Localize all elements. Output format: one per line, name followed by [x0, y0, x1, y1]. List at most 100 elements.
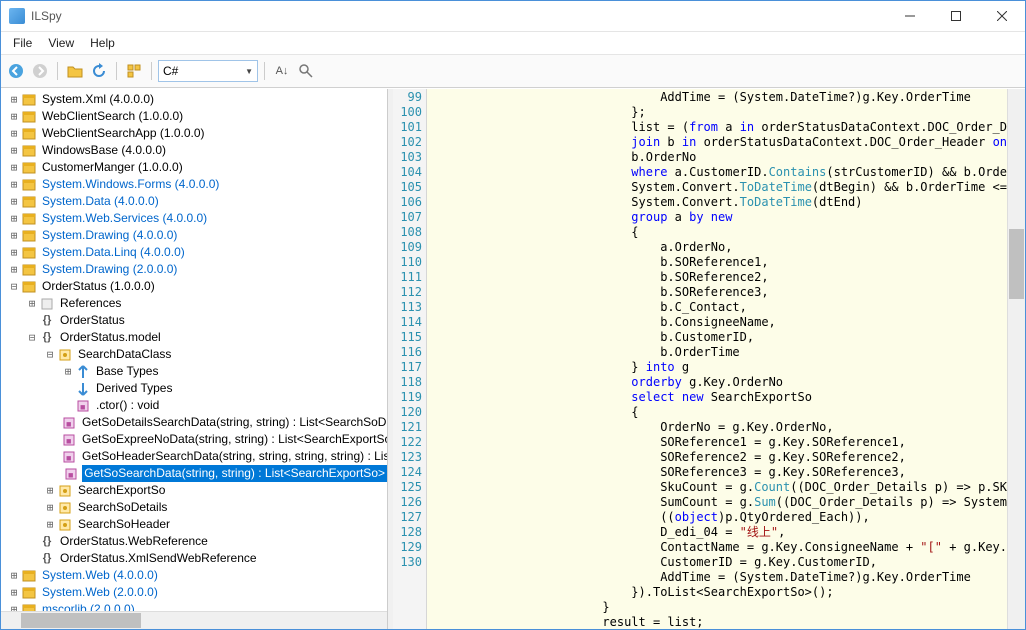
tree-node[interactable]: ⊞System.Web.Services (4.0.0.0)	[3, 210, 387, 227]
tree-node[interactable]: ■GetSoDetailsSearchData(string, string) …	[3, 414, 387, 431]
tree-node[interactable]: ⊞System.Data (4.0.0.0)	[3, 193, 387, 210]
code-line: b.ConsigneeName,	[429, 315, 1007, 330]
tree-expander[interactable]: ⊞	[43, 482, 57, 499]
tree-node[interactable]: {}OrderStatus.XmlSendWebReference	[3, 550, 387, 567]
tree-expander[interactable]: ⊞	[61, 363, 75, 380]
code-line: OrderNo = g.Key.OrderNo,	[429, 420, 1007, 435]
tree-node[interactable]: ⊞References	[3, 295, 387, 312]
ns-icon: {}	[39, 313, 55, 329]
tree-expander[interactable]: ⊞	[43, 499, 57, 516]
scroll-thumb[interactable]	[1009, 229, 1024, 299]
close-button[interactable]	[979, 1, 1025, 31]
tree-node[interactable]: ⊞System.Drawing (2.0.0.0)	[3, 261, 387, 278]
gutter-line: 111	[393, 270, 422, 285]
tree-expander[interactable]: ⊞	[7, 108, 21, 125]
maximize-button[interactable]	[933, 1, 979, 31]
tree-expander[interactable]: ⊟	[7, 278, 21, 295]
m-icon: ■	[61, 449, 77, 465]
tree-node[interactable]: ⊞SearchSoHeader	[3, 516, 387, 533]
ns-icon: {}	[39, 330, 55, 346]
tree-node[interactable]: Derived Types	[3, 380, 387, 397]
dt-icon	[75, 381, 91, 397]
tree-node[interactable]: ⊞CustomerManger (1.0.0.0)	[3, 159, 387, 176]
tree-node[interactable]: ⊞SearchSoDetails	[3, 499, 387, 516]
tree-expander[interactable]: ⊞	[7, 142, 21, 159]
assembly-tree[interactable]: ⊞System.Xml (4.0.0.0)⊞WebClientSearch (1…	[1, 89, 387, 611]
asm-icon	[21, 143, 37, 159]
gutter-line: 125	[393, 480, 422, 495]
scroll-thumb[interactable]	[21, 613, 141, 628]
tree-expander[interactable]: ⊞	[7, 210, 21, 227]
tree-node[interactable]: ⊞System.Web (4.0.0.0)	[3, 567, 387, 584]
tree-expander[interactable]: ⊞	[7, 601, 21, 611]
nav-back-button[interactable]	[5, 60, 27, 82]
minimize-button[interactable]	[887, 1, 933, 31]
tree-node[interactable]: ⊞WindowsBase (4.0.0.0)	[3, 142, 387, 159]
tree-label: WebClientSearchApp (1.0.0.0)	[40, 125, 207, 142]
code-line: SOReference2 = g.Key.SOReference2,	[429, 450, 1007, 465]
gutter-line: 127	[393, 510, 422, 525]
tree-expander[interactable]: ⊟	[25, 329, 39, 346]
tree-node[interactable]: ⊞System.Web (2.0.0.0)	[3, 584, 387, 601]
search-button[interactable]	[295, 60, 317, 82]
refresh-button[interactable]	[88, 60, 110, 82]
code-v-scrollbar[interactable]	[1007, 89, 1025, 629]
svg-text:■: ■	[68, 470, 73, 480]
code-view[interactable]: AddTime = (System.DateTime?)g.Key.OrderT…	[427, 89, 1007, 629]
tree-node[interactable]: ⊟SearchDataClass	[3, 346, 387, 363]
tree-expander[interactable]: ⊞	[7, 567, 21, 584]
tree-expander[interactable]: ⊞	[7, 261, 21, 278]
tree-expander[interactable]: ⊞	[7, 244, 21, 261]
gutter-line: 114	[393, 315, 422, 330]
tree-node[interactable]: ⊟{}OrderStatus.model	[3, 329, 387, 346]
tree-expander[interactable]: ⊞	[7, 125, 21, 142]
nav-forward-button[interactable]	[29, 60, 51, 82]
title-bar: ILSpy	[1, 1, 1025, 32]
gutter-line: 119	[393, 390, 422, 405]
tree-node[interactable]: {}OrderStatus.WebReference	[3, 533, 387, 550]
gutter-line: 115	[393, 330, 422, 345]
tree-expander[interactable]: ⊞	[7, 176, 21, 193]
tree-node[interactable]: ■GetSoSearchData(string, string) : List<…	[3, 465, 387, 482]
menu-help[interactable]: Help	[82, 34, 123, 52]
tree-expander[interactable]: ⊞	[7, 227, 21, 244]
tree-node[interactable]: ⊞mscorlib (2.0.0.0)	[3, 601, 387, 611]
tree-node[interactable]: ■.ctor() : void	[3, 397, 387, 414]
tree-node[interactable]: ⊞SearchExportSo	[3, 482, 387, 499]
tree-node[interactable]: ⊞System.Drawing (4.0.0.0)	[3, 227, 387, 244]
tree-expander[interactable]: ⊞	[7, 159, 21, 176]
tree-expander[interactable]: ⊞	[43, 516, 57, 533]
tree-node[interactable]: ⊞ WebClientSearchApp (1.0.0.0)	[3, 125, 387, 142]
tree-node[interactable]: ⊞System.Windows.Forms (4.0.0.0)	[3, 176, 387, 193]
code-line: b.OrderNo	[429, 150, 1007, 165]
gutter-line: 105	[393, 180, 422, 195]
tree-node[interactable]: ⊞System.Data.Linq (4.0.0.0)	[3, 244, 387, 261]
tree-node[interactable]: {}OrderStatus	[3, 312, 387, 329]
tree-label: OrderStatus.model	[58, 329, 163, 346]
code-line: b.SOReference3,	[429, 285, 1007, 300]
tree-expander[interactable]: ⊞	[25, 295, 39, 312]
tree-node[interactable]: ⊞System.Xml (4.0.0.0)	[3, 91, 387, 108]
sort-button[interactable]: A↓	[271, 60, 293, 82]
tree-expander[interactable]: ⊞	[7, 193, 21, 210]
open-button[interactable]	[64, 60, 86, 82]
tree-expander[interactable]: ⊞	[7, 584, 21, 601]
tree-node[interactable]: ■GetSoHeaderSearchData(string, string, s…	[3, 448, 387, 465]
tree-label: Derived Types	[94, 380, 174, 397]
assemblies-button[interactable]	[123, 60, 145, 82]
menu-file[interactable]: File	[5, 34, 40, 52]
tree-expander[interactable]: ⊟	[43, 346, 57, 363]
tree-node[interactable]: ⊟OrderStatus (1.0.0.0)	[3, 278, 387, 295]
tree-h-scrollbar[interactable]	[1, 611, 387, 629]
tree-label: GetSoDetailsSearchData(string, string) :…	[80, 414, 387, 431]
tree-node[interactable]: ■GetSoExpreeNoData(string, string) : Lis…	[3, 431, 387, 448]
cls-icon	[57, 517, 73, 533]
menu-view[interactable]: View	[40, 34, 82, 52]
gutter-line: 112	[393, 285, 422, 300]
tree-node[interactable]: ⊞WebClientSearch (1.0.0.0)	[3, 108, 387, 125]
tree-label: OrderStatus	[58, 312, 127, 329]
tree-expander[interactable]: ⊞	[7, 91, 21, 108]
language-combo[interactable]: C#▼	[158, 60, 258, 82]
code-line: result = list;	[429, 615, 1007, 629]
tree-node[interactable]: ⊞Base Types	[3, 363, 387, 380]
